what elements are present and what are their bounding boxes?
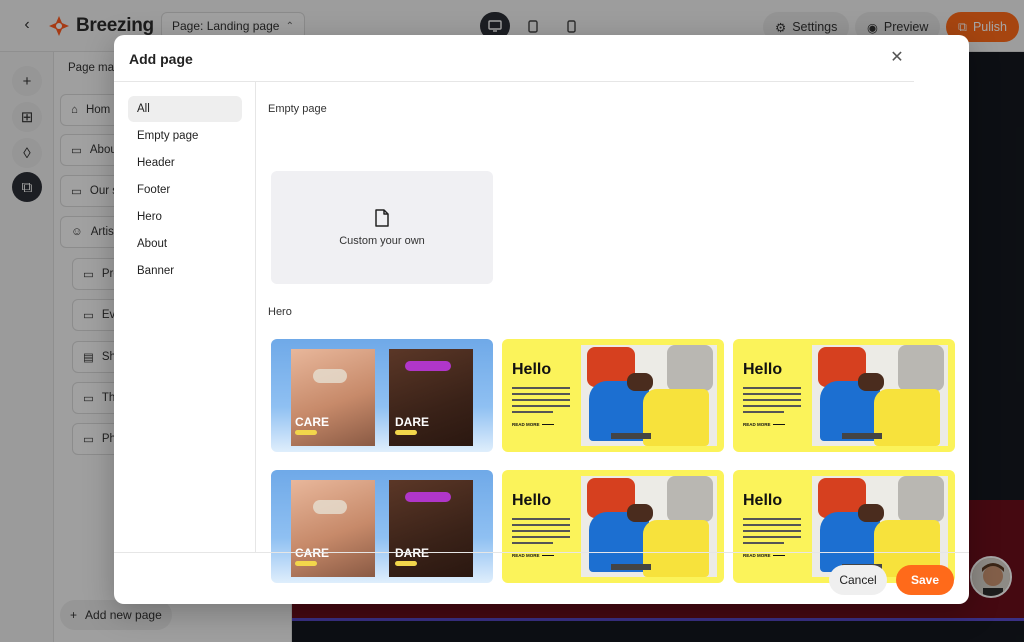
template-paragraph [512,518,570,548]
template-hello-title: Hello [512,361,552,378]
template-pill [295,430,317,435]
custom-your-own-card[interactable]: Custom your own [271,171,493,284]
hero-template-hello[interactable]: Hello READ MORE [733,339,955,452]
template-photo-detail [313,369,347,383]
category-about[interactable]: About [128,231,242,257]
template-photo [581,345,717,446]
template-hello-title: Hello [512,492,552,509]
hero-template-hello[interactable]: Hello READ MORE [502,339,724,452]
template-dare-text: DARE [395,415,430,429]
template-photo-detail [405,492,451,502]
arrow-right-icon [773,424,785,425]
category-all[interactable]: All [128,96,242,122]
category-banner[interactable]: Banner [128,258,242,284]
dialog-footer: Cancel Save [114,552,969,604]
template-read-more: READ MORE [743,422,771,427]
section-label-hero: Hero [268,306,292,318]
section-label-empty-page: Empty page [268,103,327,115]
template-paragraph [512,387,570,417]
category-header[interactable]: Header [128,150,242,176]
category-footer[interactable]: Footer [128,177,242,203]
category-empty-page[interactable]: Empty page [128,123,242,149]
template-paragraph [743,518,801,548]
template-hello-title: Hello [743,492,783,509]
document-icon [375,208,389,227]
dialog-title: Add page [129,51,193,67]
dialog-header: Add page ✕ [114,35,914,82]
template-hello-title: Hello [743,361,783,378]
template-read-more: READ MORE [512,422,540,427]
close-icon[interactable]: ✕ [889,50,905,66]
category-list: All Empty page Header Footer Hero About … [114,82,256,552]
save-button[interactable]: Save [896,565,954,595]
custom-your-own-label: Custom your own [339,234,425,247]
template-care-text: CARE [295,415,330,429]
hero-template-care-dare[interactable]: CARE DARE [271,339,493,452]
template-pill [395,430,417,435]
template-photo [812,345,948,446]
cancel-button[interactable]: Cancel [829,565,887,595]
template-photo-detail [313,500,347,514]
arrow-right-icon [542,424,554,425]
template-paragraph [743,387,801,417]
category-hero[interactable]: Hero [128,204,242,230]
template-gallery: Empty page Custom your own Hero CARE DAR… [257,82,969,583]
template-photo-detail [405,361,451,371]
add-page-dialog: Add page ✕ All Empty page Header Footer … [114,35,969,604]
